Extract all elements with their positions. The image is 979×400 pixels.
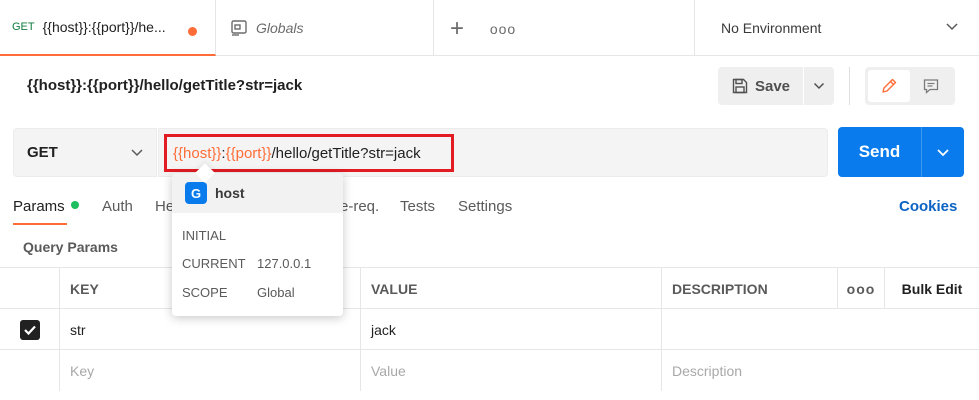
row-checkbox[interactable] [19, 319, 40, 340]
tooltip-header: G host [172, 173, 343, 213]
bulk-edit-button[interactable]: Bulk Edit [885, 268, 979, 309]
tooltip-scope-row: SCOPE Global [182, 285, 295, 300]
tab-globals[interactable]: Globals [216, 0, 434, 56]
chevron-down-icon [946, 23, 958, 31]
url-var-host[interactable]: {{host}} [173, 145, 221, 162]
tooltip-initial-row: INITIAL [182, 228, 257, 243]
comment-icon [923, 79, 939, 94]
query-params-title: Query Params [23, 239, 118, 255]
send-button[interactable]: Send [838, 127, 922, 177]
tab-request[interactable]: GET {{host}}:{{port}}/he... [0, 0, 216, 56]
url-var-port[interactable]: {{port}} [226, 145, 272, 162]
new-key-input[interactable]: Key [60, 350, 361, 391]
request-title[interactable]: {{host}}:{{port}}/hello/getTitle?str=jac… [27, 77, 302, 94]
chevron-down-icon [937, 148, 949, 156]
edit-mode-button[interactable] [868, 70, 910, 102]
save-button[interactable]: Save [718, 67, 804, 105]
cookies-link[interactable]: Cookies [899, 198, 957, 215]
toolbar-divider [849, 67, 850, 105]
header-description: DESCRIPTION [662, 268, 838, 309]
save-options-button[interactable] [804, 67, 834, 105]
save-icon [732, 78, 748, 94]
param-value-cell[interactable]: jack [361, 309, 662, 350]
new-description-input[interactable]: Description [662, 350, 979, 391]
tab-params-label: Params [13, 198, 65, 215]
tooltip-initial-label: INITIAL [182, 228, 227, 243]
pencil-icon [882, 78, 897, 93]
tab-bar: GET {{host}}:{{port}}/he... Globals + oo… [0, 0, 979, 56]
documentation-mode-button[interactable] [910, 70, 952, 102]
new-tab-button[interactable]: + [446, 17, 468, 41]
unsaved-dot-icon [188, 27, 197, 36]
environment-select[interactable]: No Environment [694, 0, 979, 56]
tab-params[interactable]: Params [13, 198, 79, 215]
view-mode-toggle [865, 67, 955, 105]
save-button-group: Save [718, 67, 834, 105]
table-row-empty: Key Value Description [0, 349, 979, 391]
send-options-button[interactable] [922, 127, 964, 177]
more-tabs-button[interactable]: ooo [490, 20, 515, 38]
globals-icon [231, 20, 247, 36]
tab-auth[interactable]: Auth [102, 198, 133, 215]
tooltip-current-row: CURRENT 127.0.0.1 [182, 256, 311, 271]
header-value: VALUE [361, 268, 662, 309]
variable-tooltip: G host INITIAL CURRENT 127.0.0.1 SCOPE Glo… [172, 173, 343, 316]
chevron-down-icon [131, 149, 143, 157]
save-label: Save [754, 77, 791, 95]
active-tab-indicator [13, 223, 67, 225]
active-params-dot-icon [70, 201, 79, 209]
chevron-down-icon [813, 82, 825, 90]
tooltip-scope-label: SCOPE [182, 285, 228, 300]
tab-settings[interactable]: Settings [458, 198, 512, 215]
table-header-row: KEY VALUE DESCRIPTION ooo Bulk Edit [0, 267, 979, 309]
tab-tests[interactable]: Tests [400, 198, 435, 215]
empty-check-cell [0, 350, 60, 391]
environment-label: No Environment [721, 20, 822, 36]
http-method-select[interactable]: GET [13, 128, 157, 177]
tab-pre-request-script[interactable]: e-req. [340, 198, 379, 215]
tooltip-scope-value: Global [257, 285, 295, 300]
tab-globals-label: Globals [256, 20, 304, 36]
tooltip-current-value: 127.0.0.1 [257, 256, 312, 271]
http-method-label: GET [27, 144, 58, 161]
url-path: /hello/getTitle?str=jack [271, 144, 421, 162]
new-value-input[interactable]: Value [361, 350, 662, 391]
global-scope-badge-icon: G [185, 182, 207, 204]
checkmark-icon [23, 325, 36, 335]
column-options-button[interactable]: ooo [838, 268, 885, 309]
table-row: str jack [0, 308, 979, 350]
tooltip-variable-name: host [215, 185, 245, 201]
row-check-cell [0, 309, 60, 350]
send-button-group: Send [838, 127, 964, 177]
tab-request-name: {{host}}:{{port}}/he... [42, 19, 166, 35]
param-description-cell[interactable] [662, 309, 979, 350]
tab-method-label: GET [12, 21, 35, 33]
header-check-cell [0, 268, 60, 309]
tooltip-current-label: CURRENT [182, 256, 246, 271]
